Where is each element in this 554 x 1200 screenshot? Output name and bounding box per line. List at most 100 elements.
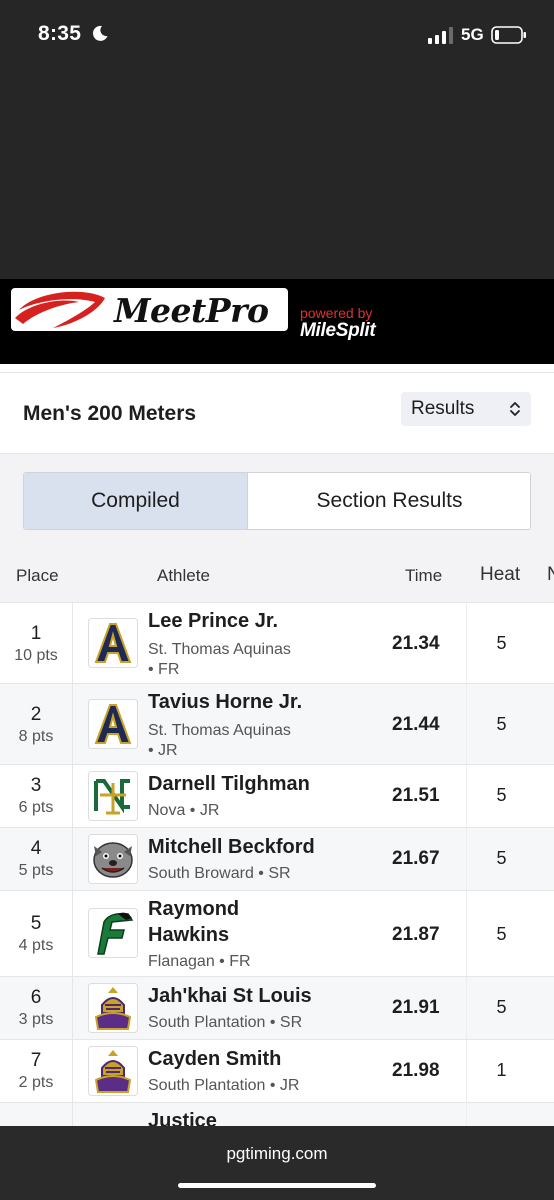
result-time: 21.98 <box>392 1060 440 1081</box>
athlete-name[interactable]: Darnell Tilghman <box>148 772 310 797</box>
clock: 8:35 <box>38 22 82 45</box>
athlete-school: St. Thomas Aquinas <box>148 722 291 739</box>
athlete-school: South Plantation • SR <box>148 1014 303 1031</box>
place-number: 4 <box>30 838 42 859</box>
paladin-logo-icon <box>88 1046 138 1096</box>
flanagan-logo-icon <box>88 908 138 958</box>
athlete-school: Nova • JR <box>148 802 220 819</box>
athlete-school: Flanagan • FR <box>148 953 251 970</box>
athlete-name[interactable]: Lee Prince Jr. <box>148 609 278 634</box>
meetpro-logo: MeetPro <box>11 288 288 331</box>
tab-compiled[interactable]: Compiled <box>24 473 248 529</box>
table-row[interactable]: 5 4 pts Raymond Hawkins Flanagan • FR 21… <box>0 890 554 976</box>
heat-number: 5 <box>496 924 507 944</box>
meetpro-swoosh-icon <box>15 291 105 328</box>
heat-number: 5 <box>496 785 507 805</box>
results-table: Place Athlete Time Heat N 1 10 pts Lee P… <box>0 549 554 1142</box>
table-row[interactable]: 3 6 pts Darnell Tilghman Nova • JR 21.51… <box>0 764 554 827</box>
browser-address-bar[interactable]: pgtiming.com <box>0 1126 554 1200</box>
athlete-name-line2[interactable]: Hawkins <box>148 923 229 948</box>
points: 6 pts <box>18 799 54 816</box>
athlete-name-line1[interactable]: Raymond <box>148 897 239 922</box>
points: 4 pts <box>18 937 54 954</box>
athlete-school: South Plantation • JR <box>148 1077 300 1094</box>
place-number: 2 <box>30 704 42 725</box>
result-time: 21.34 <box>392 633 440 654</box>
column-header-extra[interactable]: N <box>547 564 554 586</box>
table-header: Place Athlete Time Heat N <box>0 549 554 602</box>
milesplit-wordmark: MileSplit <box>300 320 376 341</box>
chevron-updown-icon <box>510 402 520 416</box>
place-number: 6 <box>30 987 42 1008</box>
athlete-grade: • FR <box>148 661 180 678</box>
points: 5 pts <box>18 862 54 879</box>
place-cell: 6 3 pts <box>0 977 73 1039</box>
bulldog-logo-icon <box>88 834 138 884</box>
place-number: 3 <box>30 775 42 796</box>
table-row[interactable]: 6 3 pts Jah'khai St Louis South Plantati… <box>0 976 554 1039</box>
status-bar: 8:35 5G <box>0 0 554 279</box>
athlete-name[interactable]: Mitchell Beckford <box>148 835 315 860</box>
heat-number: 5 <box>496 997 507 1017</box>
place-number: 5 <box>30 913 42 934</box>
result-time: 21.51 <box>392 785 440 806</box>
points: 10 pts <box>14 647 58 664</box>
points: 3 pts <box>18 1011 54 1028</box>
column-header-place[interactable]: Place <box>16 566 59 586</box>
paladin-logo-icon <box>88 983 138 1033</box>
place-cell: 2 8 pts <box>0 684 73 764</box>
column-header-athlete[interactable]: Athlete <box>157 566 210 586</box>
place-cell: 5 4 pts <box>0 891 73 976</box>
place-number: 1 <box>30 623 42 644</box>
nova-logo-icon <box>88 771 138 821</box>
points: 8 pts <box>18 728 54 745</box>
heat-number: 5 <box>496 633 507 653</box>
view-select[interactable]: Results <box>401 392 531 426</box>
heat-cell: 5 <box>466 765 536 827</box>
athlete-school: St. Thomas Aquinas <box>148 641 291 658</box>
heat-cell: 5 <box>466 891 536 976</box>
points: 2 pts <box>18 1074 54 1091</box>
heat-number: 5 <box>496 714 507 734</box>
place-cell: 4 5 pts <box>0 828 73 890</box>
table-row[interactable]: 2 8 pts Tavius Horne Jr. St. Thomas Aqui… <box>0 683 554 764</box>
meetpro-wordmark: MeetPro <box>114 291 269 330</box>
event-header: Men's 200 Meters Results <box>0 372 554 454</box>
heat-number: 5 <box>496 848 507 868</box>
heat-cell: 5 <box>466 603 536 683</box>
home-indicator[interactable] <box>178 1183 376 1188</box>
tab-section-results[interactable]: Section Results <box>248 473 530 529</box>
segmented-control: Compiled Section Results <box>23 472 531 530</box>
signal-icon <box>428 27 453 44</box>
result-time: 21.44 <box>392 714 440 735</box>
network-type: 5G <box>461 25 484 44</box>
moon-icon <box>92 25 108 41</box>
athlete-name[interactable]: Jah'khai St Louis <box>148 984 312 1009</box>
result-time: 21.91 <box>392 997 440 1018</box>
heat-cell: 5 <box>466 684 536 764</box>
powered-by-label: powered by <box>300 305 373 321</box>
aquinas-logo-icon <box>88 699 138 749</box>
heat-number: 1 <box>496 1060 507 1080</box>
table-row[interactable]: 1 10 pts Lee Prince Jr. St. Thomas Aquin… <box>0 602 554 683</box>
heat-cell: 5 <box>466 977 536 1039</box>
athlete-name[interactable]: Cayden Smith <box>148 1047 281 1072</box>
heat-cell: 1 <box>466 1040 536 1102</box>
brand-banner[interactable]: MeetPro powered by MileSplit <box>0 279 554 364</box>
battery-icon <box>491 26 526 44</box>
athlete-name[interactable]: Tavius Horne Jr. <box>148 690 302 715</box>
page-title: Men's 200 Meters <box>23 402 197 425</box>
place-cell: 3 6 pts <box>0 765 73 827</box>
table-row[interactable]: 4 5 pts Mitchell Beckford South Broward … <box>0 827 554 890</box>
heat-cell: 5 <box>466 828 536 890</box>
tab-bar: Compiled Section Results <box>0 454 554 549</box>
table-row[interactable]: 7 2 pts Cayden Smith South Plantation • … <box>0 1039 554 1102</box>
place-cell: 1 10 pts <box>0 603 73 683</box>
page-url[interactable]: pgtiming.com <box>0 1144 554 1164</box>
result-time: 21.67 <box>392 848 440 869</box>
column-header-heat[interactable]: Heat <box>480 564 520 586</box>
view-select-value: Results <box>411 398 475 419</box>
place-number: 7 <box>30 1050 42 1071</box>
column-header-time[interactable]: Time <box>405 566 442 586</box>
result-time: 21.87 <box>392 924 440 945</box>
